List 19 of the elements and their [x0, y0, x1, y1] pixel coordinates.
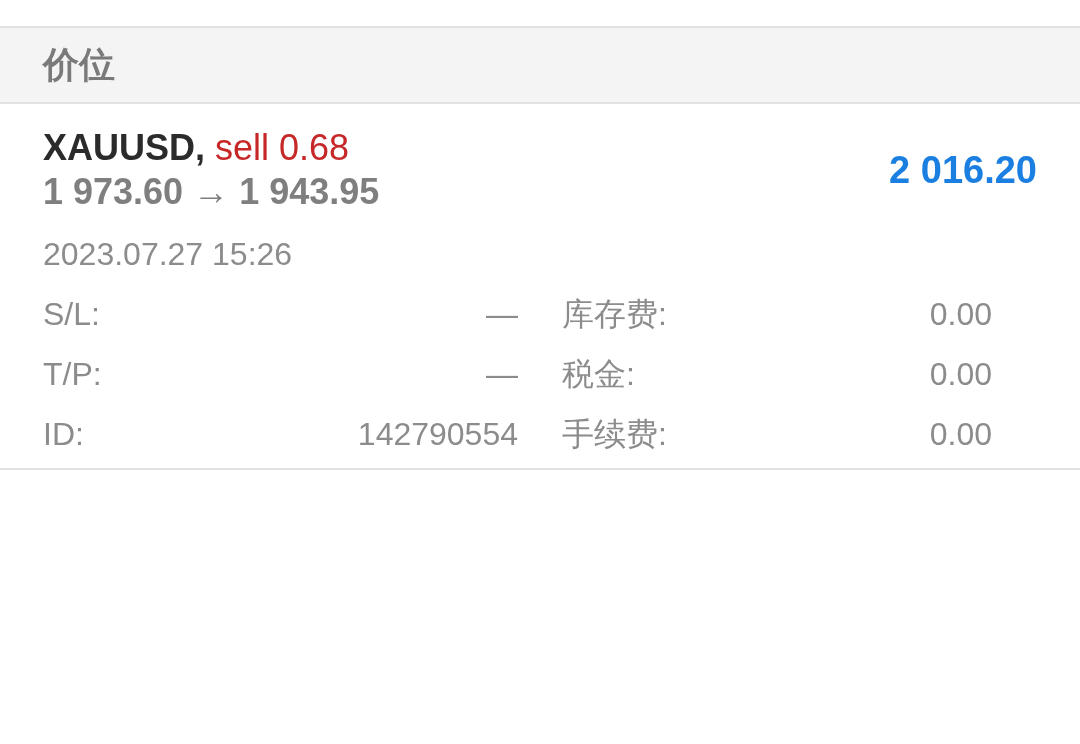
detail-label: ID:: [43, 415, 85, 454]
detail-value: 0.00: [928, 295, 992, 334]
detail-label: S/L:: [43, 295, 101, 334]
price-text: 1 973.60 → 1 943.95: [43, 170, 380, 214]
section-title: 价位: [43, 42, 115, 87]
detail-value: —: [485, 295, 518, 334]
detail-label: T/P:: [43, 355, 103, 394]
detail-label: 库存费:: [561, 295, 668, 334]
detail-label: 税金:: [561, 355, 636, 394]
profit-text: 2 016.20: [889, 148, 1037, 192]
detail-value: 142790554: [356, 415, 518, 454]
detail-value: —: [485, 355, 518, 394]
time-text: 2023.07.27 15:26: [43, 235, 294, 274]
symbol-text: XAUUSD,: [43, 126, 206, 170]
position-item[interactable]: XAUUSD, sell 0.68 1 973.60 → 1 943.95 2 016.20 2023.07.27 15:26 S/L: — 库存费: 0.00 T/P: — 税金: 0.00 ID: 142790554 手续费: 0.00: [0, 104, 1080, 470]
detail-value: 0.00: [928, 415, 992, 454]
order-text: sell 0.68: [215, 126, 350, 170]
detail-value: 0.00: [928, 355, 992, 394]
detail-label: 手续费:: [561, 415, 668, 454]
